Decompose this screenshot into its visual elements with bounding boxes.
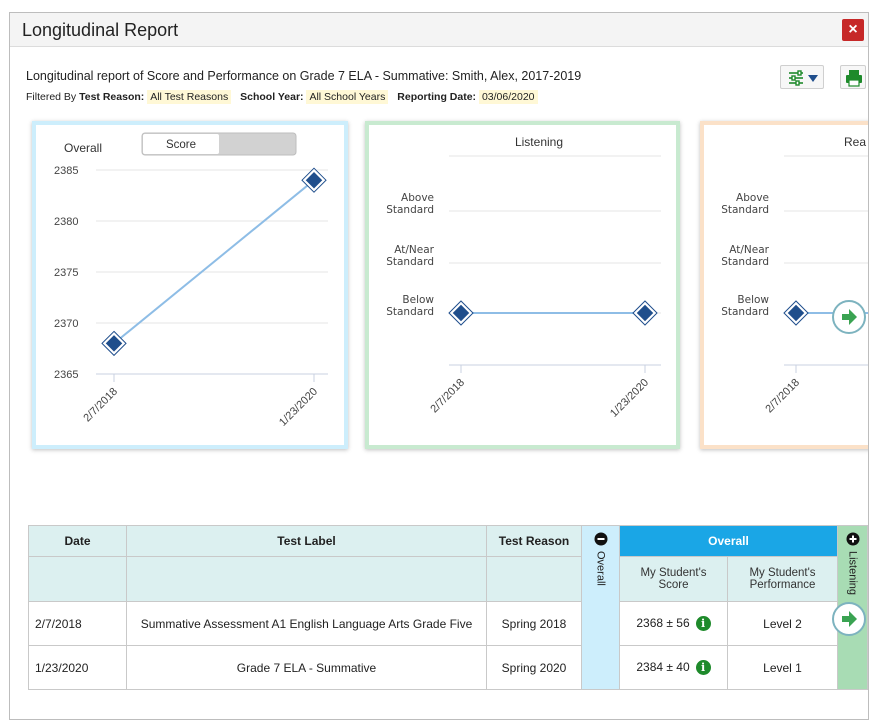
reporting-date-label: Reporting Date: — [397, 91, 477, 103]
report-description: Longitudinal report of Score and Perform… — [26, 69, 582, 83]
arrow-right-icon — [842, 309, 857, 325]
test-reason-header[interactable]: Test Reason — [486, 525, 582, 557]
listening-level-label: Below — [402, 294, 434, 306]
overall-collapse-column[interactable]: Overall — [581, 525, 620, 690]
modal-header: Longitudinal Report × — [10, 13, 868, 47]
performance-subheader: My Student's Performance — [727, 556, 838, 602]
results-table: Date Test Label Test Reason Overall Over… — [28, 525, 868, 690]
overall-y-tick-label: 2365 — [54, 369, 78, 381]
row-date: 2/7/2018 — [28, 601, 127, 646]
test-reason-value: All Test Reasons — [147, 90, 232, 104]
listening-level-label: Above — [401, 192, 434, 204]
row-performance: Level 1 — [727, 645, 838, 690]
expand-icon[interactable] — [838, 532, 867, 549]
overall-y-tick-label: 2375 — [54, 267, 78, 279]
reading-chart-card: Rea Above Standard At/Near Standard Below Stan… — [700, 121, 868, 449]
reading-level-label: Below — [737, 294, 769, 306]
listening-chart-title: Listening — [515, 135, 563, 149]
settings-dropdown-button[interactable] — [780, 65, 824, 89]
overall-group-header: Overall — [619, 525, 838, 557]
print-button[interactable] — [840, 65, 866, 89]
row-performance: Level 2 — [727, 601, 838, 646]
overall-y-tick-label: 2370 — [54, 318, 78, 330]
row-test-label: Grade 7 ELA - Summative — [126, 645, 487, 690]
date-header[interactable]: Date — [28, 525, 127, 557]
listening-chart-card: Listening Above Standard At/Near Standard Bel… — [365, 121, 680, 449]
info-icon[interactable]: i — [695, 660, 711, 676]
reading-level-label: At/Near — [729, 244, 769, 256]
reading-x-tick-label: 2/7/2018 — [763, 377, 802, 416]
listening-level-label: Standard — [386, 306, 434, 318]
collapse-icon[interactable] — [582, 532, 619, 549]
longitudinal-report-modal: Longitudinal Report × Longitudinal repor… — [9, 12, 869, 720]
chevron-down-icon — [808, 75, 818, 82]
row-test-label: Summative Assessment A1 English Language… — [126, 601, 487, 646]
reading-level-label: Above — [736, 192, 769, 204]
overall-chart-title: Overall — [64, 141, 102, 155]
listening-x-tick-label: 2/7/2018 — [428, 377, 467, 416]
close-button[interactable]: × — [842, 19, 864, 41]
results-table-wrapper: Date Test Label Test Reason Overall Over… — [28, 525, 868, 690]
reading-data-point — [784, 301, 808, 325]
printer-icon — [846, 70, 862, 87]
overall-collapsed-label: Overall — [594, 551, 607, 586]
listening-performance-chart: ListeningAboveStandardAt/NearStandardBel… — [386, 135, 661, 420]
overall-y-tick-label: 2380 — [54, 216, 78, 228]
date-subheader — [28, 556, 127, 602]
scroll-right-table-button[interactable] — [832, 602, 866, 636]
listening-data-point — [449, 301, 473, 325]
test-reason-subheader — [486, 556, 582, 602]
table-row: 2/7/2018 Summative Assessment A1 English… — [28, 601, 868, 646]
listening-level-label: Standard — [386, 204, 434, 216]
overall-series-line — [113, 179, 315, 345]
row-score: 2384 ± 40 i — [619, 645, 728, 690]
overall-x-tick-label: 2/7/2018 — [81, 386, 120, 425]
sliders-icon — [789, 70, 818, 86]
arrow-right-icon — [842, 611, 857, 627]
overall-chart-card: Overall Score 2385 2380 2375 2370 2365 2/7/2018… — [32, 121, 348, 449]
row-test-reason: Spring 2018 — [486, 601, 582, 646]
overall-score-chart: Overall Score 2385 2380 2375 2370 23652/7/2018… — [54, 132, 328, 429]
reporting-date-value: 03/06/2020 — [478, 90, 538, 104]
listening-level-label: Standard — [386, 256, 434, 268]
row-test-reason: Spring 2020 — [486, 645, 582, 690]
listening-level-label: At/Near — [394, 244, 434, 256]
score-subheader: My Student's Score — [619, 556, 728, 602]
test-label-subheader — [126, 556, 487, 602]
row-date: 1/23/2020 — [28, 645, 127, 690]
reading-chart-title: Rea — [844, 135, 866, 149]
overall-x-tick-label: 1/23/2020 — [277, 386, 320, 429]
test-label-header[interactable]: Test Label — [126, 525, 487, 557]
school-year-label: School Year: — [240, 91, 304, 103]
filter-summary: Filtered By Test Reason: All Test Reason… — [26, 90, 544, 104]
overall-y-tick-label: 2385 — [54, 165, 78, 177]
listening-x-tick-label: 1/23/2020 — [608, 377, 651, 420]
reading-performance-chart: ReaAboveStandardAt/NearStandardBelowStan… — [721, 135, 868, 416]
reading-level-label: Standard — [721, 256, 769, 268]
modal-title: Longitudinal Report — [22, 20, 179, 40]
school-year-value: All School Years — [306, 90, 389, 104]
row-score: 2368 ± 56 i — [619, 601, 728, 646]
reading-level-label: Standard — [721, 306, 769, 318]
listening-collapsed-label: Listening — [846, 551, 859, 596]
reading-level-label: Standard — [721, 204, 769, 216]
table-row: 1/23/2020 Grade 7 ELA - Summative Spring… — [28, 645, 868, 690]
close-icon: × — [848, 21, 858, 38]
info-icon[interactable]: i — [695, 616, 711, 632]
score-toggle-label: Score — [166, 139, 196, 151]
scroll-right-cards-button[interactable] — [832, 300, 866, 334]
listening-data-point — [633, 301, 657, 325]
test-reason-label: Test Reason: — [79, 91, 145, 103]
